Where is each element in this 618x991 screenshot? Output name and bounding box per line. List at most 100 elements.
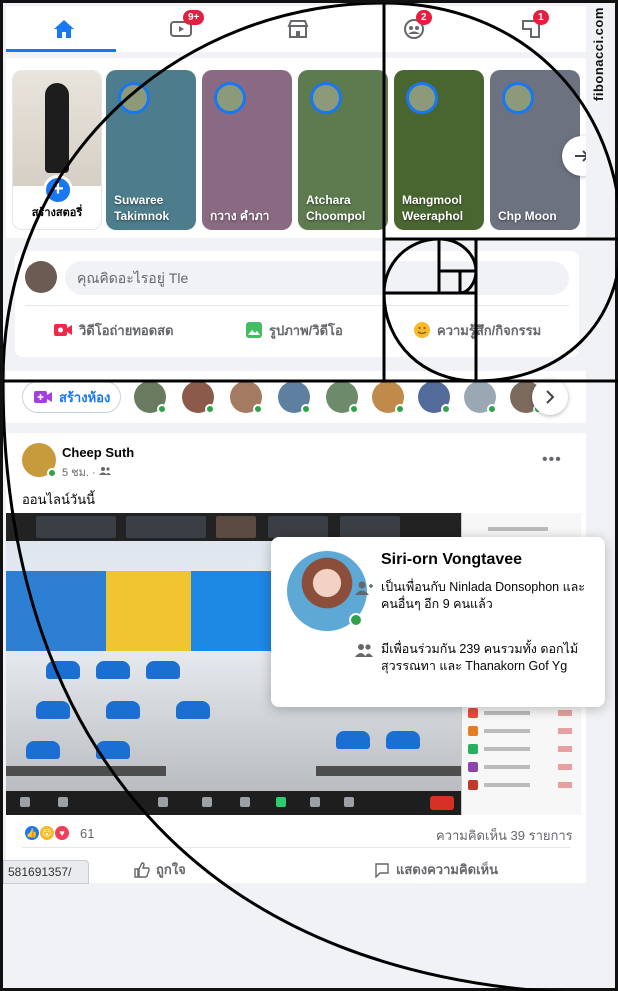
row-mute: [558, 710, 572, 716]
story-card[interactable]: Suwaree Takimnok: [106, 70, 196, 230]
participant-row: [468, 779, 576, 791]
story-name: Suwaree Takimnok: [114, 193, 170, 223]
online-friend-avatar[interactable]: [134, 381, 167, 414]
status-input[interactable]: คุณคิดอะไรอยู่ Tle: [65, 261, 569, 295]
home-tab[interactable]: [44, 14, 84, 44]
security-icon: [158, 797, 168, 807]
mic-icon: [20, 797, 30, 807]
comments-count[interactable]: ความคิดเห็น 39 รายการ: [436, 825, 573, 846]
story-card[interactable]: Atchara Choompol: [298, 70, 388, 230]
watch-tab[interactable]: 9+: [161, 10, 205, 44]
mutual-friends-icon: [355, 644, 373, 657]
participants-icon: [202, 797, 212, 807]
create-room-button[interactable]: สร้างห้อง: [22, 381, 122, 413]
row-line: [484, 783, 530, 787]
online-dot: [205, 404, 215, 414]
participant-row: [468, 707, 576, 719]
watermark: fibonacci.com: [591, 7, 606, 101]
story-name: Atchara Choompol: [306, 193, 366, 223]
participant-avatar: [468, 726, 478, 736]
avatar: [25, 261, 57, 293]
camera-icon: [58, 797, 68, 807]
post-meta: 5 ชม. ·: [62, 463, 111, 481]
gaming-tab[interactable]: 1: [511, 10, 551, 44]
story-avatar: [118, 82, 150, 114]
create-story-card[interactable]: + สร้างสตอรี่: [12, 70, 102, 230]
wow-reaction-icon: 😮: [39, 825, 55, 841]
online-friend-avatar[interactable]: [230, 381, 263, 414]
zoom-tile: [216, 516, 256, 538]
rooms-next-button[interactable]: [532, 379, 568, 415]
participant-row: [468, 725, 576, 737]
avatar[interactable]: [22, 443, 57, 478]
story-avatar: [310, 82, 342, 114]
row-mute: [558, 746, 572, 752]
like-button[interactable]: ถูกใจ: [134, 859, 186, 880]
share-screen-icon: [276, 797, 286, 807]
story-card[interactable]: กวาง คำภา: [202, 70, 292, 230]
gaming-badge: 1: [533, 10, 549, 25]
marketplace-tab[interactable]: [278, 14, 318, 44]
create-room-label: สร้างห้อง: [59, 389, 111, 405]
wall-panel: [106, 571, 191, 651]
person-icon: [355, 581, 373, 595]
photo-video-button[interactable]: รูปภาพ/วิดีโอ: [245, 317, 343, 343]
online-dot: [47, 468, 57, 478]
divider: [25, 305, 569, 306]
chair: [96, 741, 130, 759]
chair: [176, 701, 210, 719]
chevron-right-icon: [546, 390, 555, 404]
row-line: [484, 729, 530, 733]
story-name: Mangmool Weeraphol: [402, 193, 464, 223]
photo-video-label: รูปภาพ/วิดีโอ: [269, 322, 343, 338]
more-options-button[interactable]: •••: [542, 451, 562, 469]
chair: [386, 731, 420, 749]
hover-card-name[interactable]: Siri-orn Vongtavee: [381, 551, 522, 569]
feeling-label: ความรู้สึก/กิจกรรม: [437, 322, 542, 338]
online-friend-avatar[interactable]: [326, 381, 359, 414]
story-avatar: [502, 82, 534, 114]
post-author[interactable]: Cheep Suth: [62, 445, 134, 460]
comment-icon: [375, 862, 389, 878]
online-friend-avatar[interactable]: [278, 381, 311, 414]
online-friend-avatar[interactable]: [182, 381, 215, 414]
live-video-label: วิดีโอถ่ายทอดสด: [79, 322, 174, 338]
story-avatar: [406, 82, 438, 114]
watch-badge: 9+: [183, 10, 205, 25]
participant-avatar: [468, 762, 478, 772]
participant-row: [468, 761, 576, 773]
online-friend-avatar[interactable]: [418, 381, 451, 414]
video-camera-icon: [34, 391, 52, 403]
chair: [96, 661, 130, 679]
story-name: Chp Moon: [498, 209, 557, 223]
row-line: [484, 747, 530, 751]
groups-tab[interactable]: 2: [394, 10, 434, 44]
online-friend-avatar[interactable]: [372, 381, 405, 414]
chat-icon: [240, 797, 250, 807]
comment-button[interactable]: แสดงความคิดเห็น: [374, 859, 498, 880]
online-dot: [349, 613, 363, 627]
online-dot: [301, 404, 311, 414]
row-mute: [558, 782, 572, 788]
live-video-button[interactable]: วิดีโอถ่ายทอดสด: [53, 317, 174, 343]
photo-icon: [246, 322, 262, 338]
live-video-icon: [54, 324, 72, 336]
story-card[interactable]: Mangmool Weeraphol: [394, 70, 484, 230]
create-story-label: สร้างสตอรี่: [31, 207, 83, 219]
feeling-button[interactable]: ความรู้สึก/กิจกรรม: [413, 317, 541, 343]
rooms-strip: สร้างห้อง: [6, 371, 586, 423]
reactions-summary[interactable]: 👍 😮 ♥ 61: [24, 825, 94, 841]
online-friend-avatar[interactable]: [464, 381, 497, 414]
row-mute: [558, 764, 572, 770]
zoom-tile: [36, 516, 116, 538]
plus-icon: +: [43, 175, 73, 205]
friends-audience-icon: [98, 467, 111, 475]
smiley-icon: [414, 322, 430, 338]
wall-panel: [6, 571, 106, 651]
reactions-icon: [344, 797, 354, 807]
zoom-tile: [340, 516, 400, 538]
hover-card-friend-line: เป็นเพื่อนกับ Ninlada Donsophon และคนอื่…: [355, 579, 591, 613]
online-dot: [157, 404, 167, 414]
end-meeting-icon: [430, 796, 454, 810]
chair: [46, 661, 80, 679]
